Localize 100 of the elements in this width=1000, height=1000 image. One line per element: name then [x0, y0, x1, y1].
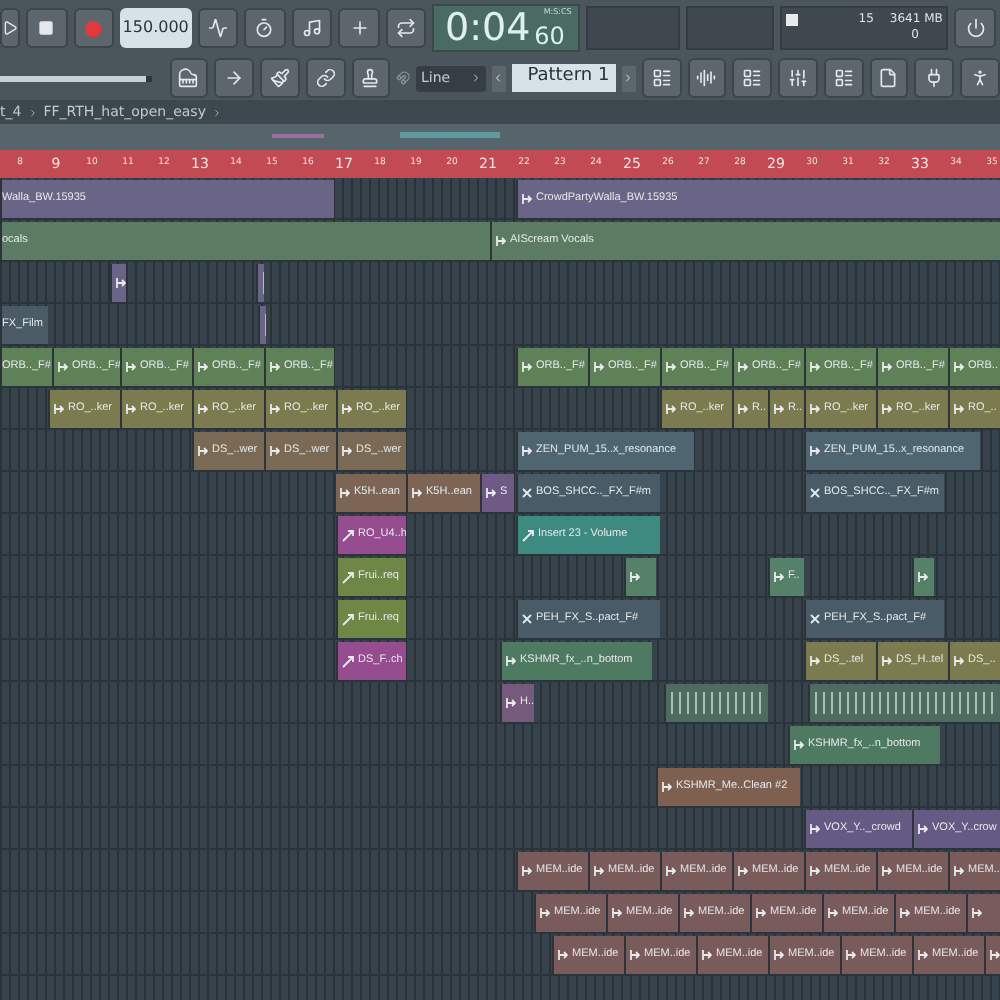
play-icon	[2, 20, 18, 36]
clip-audio-icon	[522, 866, 532, 876]
clip-audio-icon	[522, 194, 532, 204]
clip-audio-icon	[198, 404, 208, 414]
clip-audio-icon	[810, 362, 820, 372]
clip-audio-icon	[794, 740, 804, 750]
clip-pattern-icon	[522, 488, 532, 498]
clip-audio-icon	[506, 698, 516, 708]
clip-audio-icon	[126, 404, 136, 414]
pulse-icon	[207, 18, 228, 38]
audio-lines-icon	[696, 68, 717, 88]
clip-audio-icon	[612, 908, 622, 918]
stamp-button[interactable]	[351, 58, 391, 98]
paintbrush-button[interactable]	[260, 58, 300, 98]
clip-automation-icon	[342, 529, 354, 541]
clip-audio-icon	[954, 866, 964, 876]
clip-audio-icon	[198, 362, 208, 372]
clip-audio-icon	[810, 446, 820, 456]
clip-audio-icon	[774, 404, 784, 414]
clip-audio-icon	[828, 908, 838, 918]
clip-audio-icon	[666, 362, 676, 372]
tempo-field[interactable]: 150.000	[120, 8, 192, 48]
chevron-icon	[211, 107, 222, 117]
stop-button[interactable]	[26, 8, 68, 48]
clip-audio-icon	[270, 404, 280, 414]
playlist-clip[interactable]	[966, 894, 1000, 932]
playlist-clip[interactable]	[984, 936, 1000, 974]
timer-button[interactable]	[244, 8, 286, 48]
list-icon	[833, 68, 854, 88]
clip-audio-icon	[810, 656, 820, 666]
plugin-button[interactable]	[914, 58, 955, 98]
channel-rack-button[interactable]	[732, 58, 773, 98]
chevron-right-icon	[622, 72, 635, 84]
magnet-icon[interactable]	[396, 70, 411, 86]
time-centiseconds: 60	[534, 24, 565, 48]
power-button[interactable]	[954, 8, 996, 48]
file-button[interactable]	[869, 58, 909, 98]
arrow-right-button[interactable]	[214, 58, 255, 98]
stamp-icon	[360, 68, 381, 88]
clip-audio-icon	[270, 446, 280, 456]
clip-pattern-icon	[522, 614, 532, 624]
clip-audio-icon	[116, 278, 126, 288]
clip-audio-icon	[738, 362, 748, 372]
clip-audio-icon	[738, 404, 748, 414]
clip-automation-icon	[342, 655, 354, 667]
clip-audio-icon	[666, 866, 676, 876]
loop-icon	[396, 18, 417, 38]
clip-audio-icon	[918, 824, 928, 834]
clip-audio-icon	[558, 950, 568, 960]
pattern-selector[interactable]: Pattern 1	[511, 64, 616, 92]
cpu-meter	[786, 14, 799, 26]
record-icon	[84, 19, 103, 37]
link-button[interactable]	[305, 58, 346, 98]
arrow-right-icon	[224, 68, 245, 88]
next-pattern-button[interactable]	[621, 65, 636, 91]
clip-audio-icon	[412, 488, 422, 498]
clip-pattern-icon	[810, 488, 820, 498]
step-sequencer-button[interactable]	[687, 58, 727, 98]
metronome-button[interactable]	[197, 8, 239, 48]
play-button[interactable]	[0, 8, 20, 48]
clip-audio-icon	[954, 404, 964, 414]
mixer-button[interactable]	[778, 58, 818, 98]
playlist-clip[interactable]	[110, 264, 126, 302]
clip-audio-icon	[506, 656, 516, 666]
countdown-button[interactable]	[291, 8, 333, 48]
playlist-clip[interactable]	[912, 558, 934, 596]
clip-audio-icon	[972, 908, 982, 918]
chevron-left-icon	[492, 72, 505, 84]
clip-audio-icon	[486, 488, 496, 498]
piano-roll-button[interactable]	[169, 58, 209, 98]
clip-audio-icon	[810, 824, 820, 834]
link-icon	[315, 68, 336, 88]
browser-button[interactable]	[823, 58, 864, 98]
clip-automation-icon	[342, 613, 354, 625]
audio-clip[interactable]	[256, 264, 264, 302]
clip-audio-icon	[846, 950, 856, 960]
list-icon	[651, 68, 672, 88]
playlist-clip[interactable]	[624, 558, 656, 596]
clip-audio-icon	[954, 656, 964, 666]
playlist-button[interactable]	[641, 58, 682, 98]
loop-button[interactable]	[385, 8, 427, 48]
clip-audio-icon	[662, 782, 672, 792]
clip-audio-icon	[58, 362, 68, 372]
clip-audio-icon	[756, 908, 766, 918]
previous-pattern-button[interactable]	[491, 65, 506, 91]
clip-audio-icon	[198, 446, 208, 456]
person-button[interactable]	[960, 58, 1000, 98]
clip-audio-icon	[882, 404, 892, 414]
waveform-drawing	[670, 688, 766, 718]
clip-audio-icon	[270, 362, 280, 372]
clip-audio-icon	[954, 362, 964, 372]
audio-clip[interactable]	[664, 684, 768, 722]
clip-audio-icon	[342, 446, 352, 456]
audio-clip[interactable]	[258, 306, 266, 344]
clip-audio-icon	[900, 908, 910, 918]
audio-clip[interactable]	[808, 684, 1000, 722]
add-button[interactable]	[338, 8, 380, 48]
clip-audio-icon	[340, 488, 350, 498]
clip-audio-icon	[882, 362, 892, 372]
clip-audio-icon	[522, 362, 532, 372]
